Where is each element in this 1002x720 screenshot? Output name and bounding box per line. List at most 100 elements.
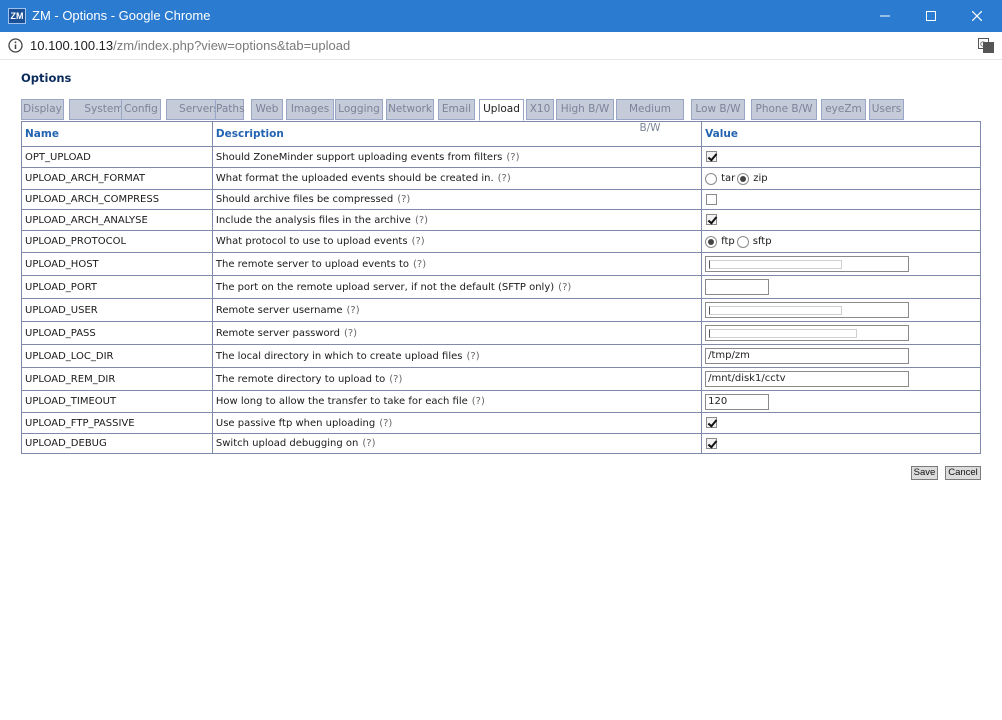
- radio-ftp[interactable]: [705, 235, 718, 248]
- tab-users[interactable]: Users: [869, 99, 904, 120]
- option-name: UPLOAD_PORT: [21, 275, 213, 299]
- table-row: UPLOAD_ARCH_FORMAT What format the upload…: [21, 167, 981, 190]
- option-value: tar zip: [701, 167, 981, 190]
- tab-logging[interactable]: Logging: [335, 99, 383, 120]
- help-link[interactable]: (?): [498, 173, 511, 184]
- option-description: How long to allow the transfer to take f…: [211, 390, 703, 413]
- option-description: The local directory in which to create u…: [211, 344, 703, 368]
- tab-config[interactable]: Config: [121, 99, 161, 120]
- header-value: Value: [701, 121, 981, 147]
- help-link[interactable]: (?): [558, 282, 571, 293]
- help-link[interactable]: (?): [415, 215, 428, 226]
- option-description-text: What format the uploaded events should b…: [215, 173, 494, 184]
- option-name: UPLOAD_ARCH_ANALYSE: [21, 209, 213, 231]
- option-name: UPLOAD_LOC_DIR: [21, 344, 213, 368]
- help-link[interactable]: (?): [412, 236, 425, 247]
- tab-phone-b-w[interactable]: Phone B/W: [751, 99, 817, 120]
- window-title-bar: ZM ZM - Options - Google Chrome: [0, 0, 1002, 32]
- tab-display[interactable]: Display: [21, 99, 64, 120]
- option-name: UPLOAD_ARCH_COMPRESS: [21, 189, 213, 210]
- help-link[interactable]: (?): [413, 259, 426, 270]
- help-link[interactable]: (?): [397, 194, 410, 205]
- tab-low-b-w[interactable]: Low B/W: [691, 99, 745, 120]
- option-value: /tmp/zm: [701, 344, 981, 368]
- option-checkbox[interactable]: [706, 417, 718, 429]
- help-link[interactable]: (?): [379, 418, 392, 429]
- upload-loc-dir-input[interactable]: /tmp/zm: [705, 348, 910, 364]
- radio-label-zip: zip: [753, 173, 768, 184]
- option-name: UPLOAD_DEBUG: [21, 433, 213, 454]
- option-description-text: The remote server to upload events to: [215, 258, 410, 270]
- tab-paths[interactable]: Paths: [215, 99, 245, 120]
- tab-upload[interactable]: Upload: [479, 99, 524, 121]
- option-description-text: The port on the remote upload server, if…: [215, 281, 555, 293]
- option-value: [701, 321, 981, 345]
- option-description: Remote server password (?): [211, 321, 703, 345]
- option-description: What protocol to use to upload events (?): [211, 230, 703, 253]
- table-row: UPLOAD_HOST The remote server to upload e…: [21, 252, 981, 276]
- upload-timeout-input[interactable]: 120: [705, 393, 770, 410]
- window-title: ZM - Options - Google Chrome: [32, 8, 211, 23]
- help-link[interactable]: (?): [344, 328, 357, 339]
- minimize-button[interactable]: [862, 0, 908, 32]
- url-field[interactable]: 10.100.100.13/zm/index.php?view=options&…: [30, 32, 350, 60]
- tab-web[interactable]: Web: [251, 99, 283, 120]
- save-button[interactable]: Save: [911, 466, 938, 480]
- upload-host-input[interactable]: [705, 256, 910, 272]
- tab-images[interactable]: Images: [286, 99, 334, 120]
- tab-medium-b-w[interactable]: Medium B/W: [616, 99, 684, 134]
- radio-tar[interactable]: [705, 172, 718, 185]
- option-checkbox[interactable]: [706, 193, 718, 205]
- upload-rem-dir-input[interactable]: /mnt/disk1/cctv: [705, 371, 910, 387]
- upload-pass-input[interactable]: [705, 325, 910, 341]
- option-description-text: Include the analysis files in the archiv…: [215, 214, 411, 226]
- help-link[interactable]: (?): [346, 305, 359, 316]
- table-row: UPLOAD_TIMEOUT How long to allow the tran…: [21, 390, 981, 413]
- url-path: /zm/index.php?view=options&tab=upload: [113, 38, 351, 53]
- tab-x10[interactable]: X10: [526, 99, 554, 120]
- table-row: UPLOAD_PASS Remote server password (?): [21, 321, 981, 345]
- help-link[interactable]: (?): [472, 396, 485, 407]
- option-checkbox[interactable]: [706, 437, 718, 449]
- zm-app-icon: ZM: [8, 8, 26, 24]
- tab-high-b-w[interactable]: High B/W: [556, 99, 614, 120]
- redacted-value: [709, 260, 843, 269]
- info-icon[interactable]: [8, 38, 23, 53]
- redacted-value: [709, 329, 858, 338]
- radio-sftp[interactable]: [736, 235, 749, 248]
- cancel-button[interactable]: Cancel: [945, 466, 981, 480]
- option-description-text: Should ZoneMinder support uploading even…: [215, 151, 503, 163]
- translate-icon[interactable]: G: [978, 38, 994, 53]
- help-link[interactable]: (?): [466, 351, 479, 362]
- option-description: Switch upload debugging on (?): [211, 433, 703, 454]
- tab-eyezm[interactable]: eyeZm: [821, 99, 866, 120]
- option-value: [701, 146, 981, 168]
- option-value: [701, 189, 981, 210]
- help-link[interactable]: (?): [362, 438, 375, 449]
- table-row: UPLOAD_REM_DIR The remote directory to up…: [21, 367, 981, 391]
- option-description-text: The local directory in which to create u…: [215, 350, 463, 362]
- option-checkbox[interactable]: [706, 151, 718, 163]
- option-name: UPLOAD_PROTOCOL: [21, 230, 213, 253]
- option-name: UPLOAD_FTP_PASSIVE: [21, 412, 213, 434]
- option-name: UPLOAD_USER: [21, 298, 213, 322]
- upload-user-input[interactable]: [705, 302, 910, 318]
- option-name: UPLOAD_TIMEOUT: [21, 390, 213, 413]
- address-bar: 10.100.100.13/zm/index.php?view=options&…: [0, 32, 1002, 60]
- help-link[interactable]: (?): [389, 374, 402, 385]
- option-description-text: Should archive files be compressed: [215, 194, 394, 205]
- close-button[interactable]: [954, 0, 1000, 32]
- help-link[interactable]: (?): [506, 152, 519, 163]
- option-description-text: Remote server username: [215, 304, 343, 316]
- tab-network[interactable]: Network: [386, 99, 434, 120]
- table-row: UPLOAD_ARCH_ANALYSE Include the analysis …: [21, 209, 981, 231]
- upload-port-input[interactable]: [705, 279, 770, 295]
- radio-zip[interactable]: [737, 172, 750, 185]
- tab-email[interactable]: Email: [438, 99, 475, 120]
- maximize-button[interactable]: [908, 0, 954, 32]
- option-description: The port on the remote upload server, if…: [211, 275, 703, 299]
- option-description-text: Switch upload debugging on: [215, 438, 359, 449]
- table-row: UPLOAD_USER Remote server username (?): [21, 298, 981, 322]
- table-row: UPLOAD_PROTOCOL What protocol to use to u…: [21, 230, 981, 253]
- option-checkbox[interactable]: [706, 214, 718, 226]
